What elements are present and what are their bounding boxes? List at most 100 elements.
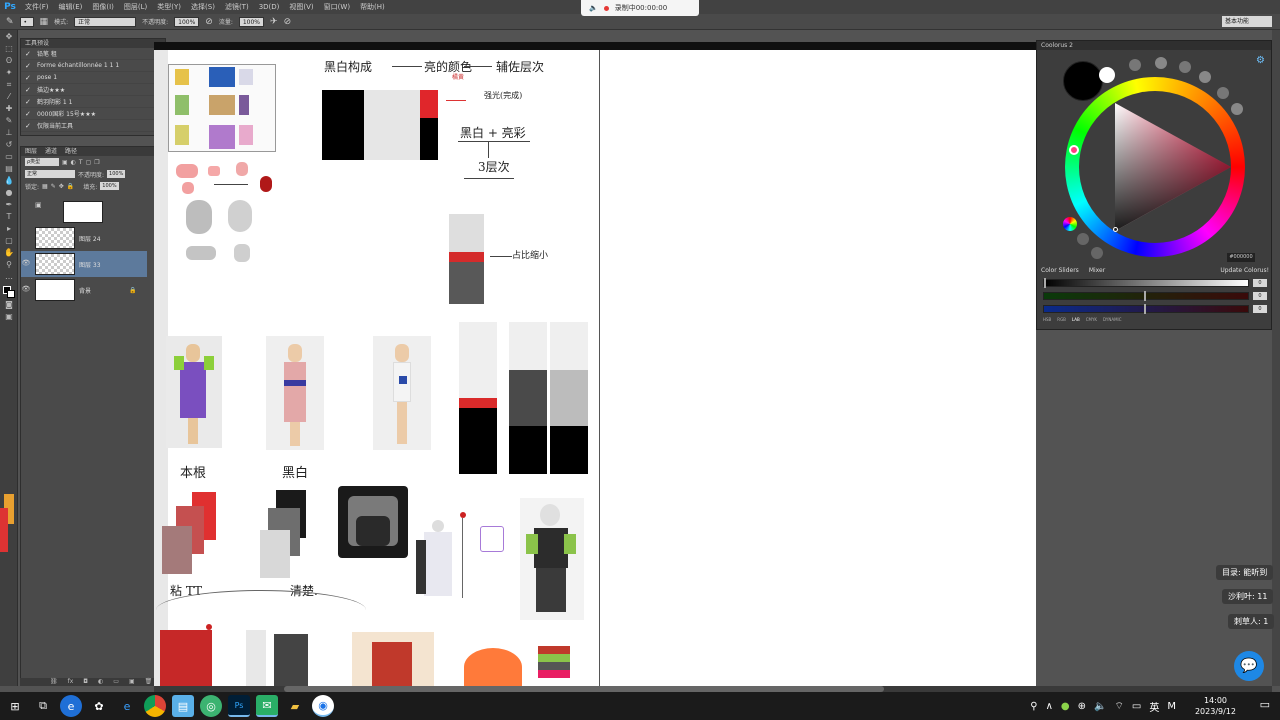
flow-field[interactable]: 100% [238,16,265,27]
swatch-preset-icon[interactable] [1231,103,1243,115]
lock-position-icon[interactable]: ✥ [59,183,64,190]
preset-item[interactable]: ✓ pose 1 [21,72,165,84]
app-icon[interactable]: ✿ [88,695,110,717]
slider-lightness[interactable] [1043,278,1249,288]
preset-item[interactable]: ✓ 0000国彩 15号★★★ [21,108,165,120]
current-tool-only-option[interactable]: ✓ 仅限当前工具 [21,120,165,132]
type-tool-icon[interactable]: T [3,212,15,222]
layer-kind-filter[interactable]: ρ类型 [25,158,59,166]
chrome-icon[interactable] [144,695,166,717]
pressure-opacity-icon[interactable]: ⊘ [205,17,213,27]
update-colorus-link[interactable]: Update Colorus! [1220,267,1269,276]
edit-toolbar-icon[interactable]: … [3,272,15,282]
mode-dynamic[interactable]: DYNAMIC [1103,317,1121,322]
brush-preset-picker[interactable]: • [19,16,34,27]
start-windows-icon[interactable]: ⊞ [4,695,26,717]
menu-file[interactable]: 文件(F) [20,0,54,14]
visibility-eye-icon[interactable]: 👁 [21,285,31,295]
preset-item[interactable]: ✓ 铅笔 租 [21,48,165,60]
marquee-tool-icon[interactable]: ⬚ [3,44,15,54]
notification-icon[interactable]: ▭ [1260,698,1270,711]
pressure-size-icon[interactable]: ⊘ [284,17,292,27]
menu-edit[interactable]: 编辑(E) [54,0,88,14]
menu-layer[interactable]: 图层(L) [119,0,152,14]
eyedropper-tool-icon[interactable]: ⁄ [3,92,15,102]
layer-row[interactable]: ▣ [21,199,147,225]
crop-tool-icon[interactable]: ⌗ [3,80,15,90]
quick-select-tool-icon[interactable]: ✦ [3,68,15,78]
layer-row-selected[interactable]: 👁 图层 33 [21,251,147,277]
move-tool-icon[interactable]: ✥ [3,32,15,42]
tab-color-sliders[interactable]: Color Sliders [1041,267,1079,276]
shape-tool-icon[interactable]: ▢ [3,236,15,246]
dodge-tool-icon[interactable]: ● [3,188,15,198]
system-clock[interactable]: 14:00 2023/9/12 [1195,695,1236,717]
airbrush-icon[interactable]: ✈ [270,17,278,27]
quick-mask-icon[interactable]: ◙ [3,300,15,310]
ie-browser-icon[interactable]: e [116,695,138,717]
mode-rgb[interactable]: RGB [1057,317,1066,322]
swatch-preset-icon[interactable] [1129,59,1141,71]
swatch-preset-icon[interactable] [1155,57,1167,69]
brush-tool-icon[interactable]: ✎ [3,116,15,126]
speaker-icon[interactable]: 🔈 [589,4,598,12]
notes-app-icon[interactable]: ▤ [172,695,194,717]
blend-mode-select[interactable]: 正常 [25,170,75,178]
ime-mode[interactable]: M [1167,701,1176,712]
hand-tool-icon[interactable]: ✋ [3,248,15,258]
layer-row[interactable]: 图层 24 [21,225,147,251]
edge-browser-icon[interactable]: e [60,695,82,717]
chevron-up-icon[interactable]: ∧ [1046,701,1053,712]
wechat-icon[interactable]: ✉ [256,695,278,717]
tool-presets-tab[interactable]: 工具预设 [21,39,165,48]
slider-b-value[interactable]: 0 [1253,305,1267,313]
tab-mixer[interactable]: Mixer [1089,267,1105,276]
filter-adjust-icon[interactable]: ◐ [71,159,76,166]
brush-panel-icon[interactable]: ▦ [40,17,49,27]
filter-smart-icon[interactable]: ❐ [94,159,99,166]
security-icon[interactable]: ⊕ [1078,701,1086,712]
ime-language[interactable]: 英 [1149,699,1159,714]
preset-item[interactable]: ✓ 鹤羽阴影 1 1 [21,96,165,108]
photoshop-taskbar-icon[interactable]: Ps [228,695,250,717]
visibility-eye-icon[interactable] [21,207,31,217]
settings-icon[interactable]: ⚙ [1256,55,1265,66]
eraser-tool-icon[interactable]: ▭ [3,152,15,162]
pen-tool-icon[interactable]: ✒ [3,200,15,210]
green-app-icon[interactable]: ◎ [200,695,222,717]
menu-select[interactable]: 选择(S) [186,0,220,14]
new-layer-icon[interactable]: ▣ [129,678,135,686]
menu-help[interactable]: 帮助(H) [355,0,390,14]
lock-all-icon[interactable]: 🔒 [67,183,74,190]
tab-paths[interactable]: 路径 [65,147,77,156]
slider-b[interactable] [1043,304,1249,314]
network-icon[interactable]: ⌔ [1115,700,1124,713]
preset-item[interactable]: ✓ Forme échantillonnée 1 1 1 [21,60,165,72]
volume-icon[interactable]: 🔈 [1094,701,1106,712]
swatch-preset-icon[interactable] [1199,71,1211,83]
chat-bubble-button[interactable]: 💬 [1234,651,1264,681]
vertical-scrollbar[interactable] [1272,30,1280,686]
previous-color-swatch[interactable] [1099,67,1115,83]
menu-filter[interactable]: 滤镜(T) [220,0,254,14]
swatch-preset-icon[interactable] [1217,87,1229,99]
new-group-icon[interactable]: ▭ [113,678,119,686]
delete-layer-icon[interactable]: 🗑 [145,678,153,686]
tab-channels[interactable]: 通道 [45,147,57,156]
tab-layers[interactable]: 图层 [25,147,37,156]
swatch-preset-icon[interactable] [1179,61,1191,73]
zoom-tool-icon[interactable]: ⚲ [3,260,15,270]
menu-type[interactable]: 类型(Y) [152,0,186,14]
hex-value-field[interactable]: #000000 [1227,253,1255,262]
fill-field[interactable]: 100% [100,182,119,190]
background-color-swatch[interactable] [7,290,15,298]
menu-window[interactable]: 窗口(W) [319,0,355,14]
brush-tool-icon[interactable]: ✎ [6,17,14,27]
blur-tool-icon[interactable]: 💧 [3,176,15,186]
lasso-tool-icon[interactable]: ʘ [3,56,15,66]
layer-style-icon[interactable]: fx [68,678,74,686]
visibility-eye-icon[interactable]: 👁 [21,259,31,269]
people-icon[interactable]: ⚲ [1030,701,1037,712]
slider-a-value[interactable]: 0 [1253,292,1267,300]
screen-mode-icon[interactable]: ▣ [3,312,15,322]
